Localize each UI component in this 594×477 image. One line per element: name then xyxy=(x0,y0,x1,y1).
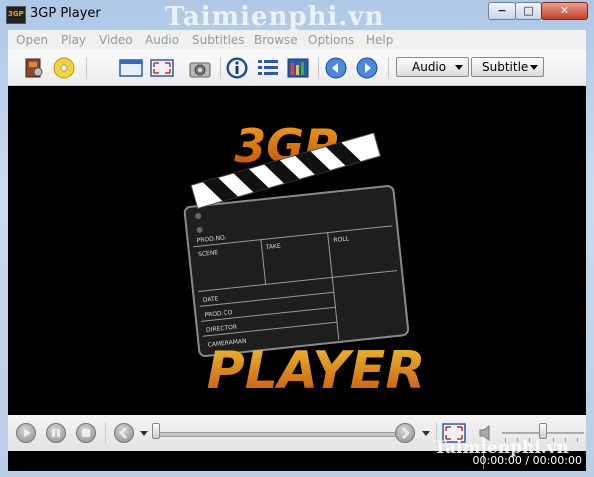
volume-thumb[interactable] xyxy=(539,423,547,439)
play-button[interactable] xyxy=(16,423,36,443)
toolbar-separator xyxy=(388,57,389,79)
toolbar-separator xyxy=(86,57,87,79)
app-window: 3GP 3GP Player Taimienphi.vn − □ ✕ Open … xyxy=(0,0,594,477)
snapshot-camera-icon[interactable] xyxy=(188,56,212,80)
menu-open[interactable]: Open xyxy=(16,33,48,47)
menu-audio[interactable]: Audio xyxy=(145,33,179,47)
minimize-icon: − xyxy=(497,4,507,17)
controls-separator xyxy=(105,422,106,444)
window-title: 3GP Player xyxy=(30,6,101,21)
subtitle-dropdown[interactable]: Subtitle xyxy=(471,57,544,77)
seek-back-button[interactable] xyxy=(114,423,134,443)
next-globe-icon[interactable] xyxy=(355,56,379,80)
menu-options[interactable]: Options xyxy=(308,33,354,47)
clapperboard-icon: PROD.NO. SCENE TAKE ROLL DATE PROD.CO DI… xyxy=(183,132,410,358)
settings-tools-icon[interactable] xyxy=(286,56,310,80)
back-options-arrow-icon[interactable] xyxy=(140,431,148,436)
stop-button[interactable] xyxy=(76,423,96,443)
app-icon: 3GP xyxy=(6,6,26,24)
watermark-bottom: Taimienphi.vn xyxy=(434,438,569,458)
app-icon-text: 3GP xyxy=(8,10,24,18)
menu-play[interactable]: Play xyxy=(61,33,86,47)
chevron-down-icon xyxy=(530,65,538,70)
logo-bottom-text: PLAYER xyxy=(207,341,426,401)
menu-subtitles[interactable]: Subtitles xyxy=(192,33,245,47)
open-disc-icon[interactable] xyxy=(52,56,76,80)
audio-dropdown[interactable]: Audio xyxy=(396,57,469,77)
menu-bar: Open Play Video Audio Subtitles Browse O… xyxy=(8,30,586,50)
close-icon: ✕ xyxy=(559,4,570,17)
forward-options-arrow-icon[interactable] xyxy=(422,431,430,436)
watermark-text: Taimienphi.vn xyxy=(165,2,385,32)
toolbar-separator xyxy=(220,57,221,79)
minimize-button[interactable]: − xyxy=(488,2,516,20)
menu-browse[interactable]: Browse xyxy=(254,33,298,47)
chevron-down-icon xyxy=(455,65,463,70)
video-window-icon[interactable] xyxy=(119,56,143,80)
title-bar[interactable]: 3GP 3GP Player Taimienphi.vn − □ ✕ xyxy=(0,0,594,32)
subtitle-dropdown-label: Subtitle xyxy=(482,60,529,74)
open-file-icon[interactable] xyxy=(22,56,46,80)
info-icon[interactable] xyxy=(225,56,249,80)
pause-button[interactable] xyxy=(46,423,66,443)
video-display[interactable]: 3GP PROD.NO. SCENE TAKE ROLL DATE PROD.C… xyxy=(8,86,586,415)
toolbar: Audio Subtitle xyxy=(8,50,586,86)
menu-help[interactable]: Help xyxy=(366,33,393,47)
seek-thumb[interactable] xyxy=(152,423,160,439)
audio-dropdown-label: Audio xyxy=(412,60,447,74)
menu-video[interactable]: Video xyxy=(99,33,133,47)
playlist-icon[interactable] xyxy=(256,56,280,80)
close-button[interactable]: ✕ xyxy=(541,2,588,20)
seek-bar[interactable] xyxy=(156,432,398,437)
previous-globe-icon[interactable] xyxy=(324,56,348,80)
maximize-icon: □ xyxy=(523,4,534,17)
maximize-button[interactable]: □ xyxy=(515,2,542,20)
seek-forward-button[interactable] xyxy=(395,423,415,443)
fullscreen-icon[interactable] xyxy=(150,56,174,80)
splash-logo: 3GP PROD.NO. SCENE TAKE ROLL DATE PROD.C… xyxy=(183,119,426,401)
volume-tick xyxy=(577,438,578,442)
toolbar-separator xyxy=(318,57,319,79)
